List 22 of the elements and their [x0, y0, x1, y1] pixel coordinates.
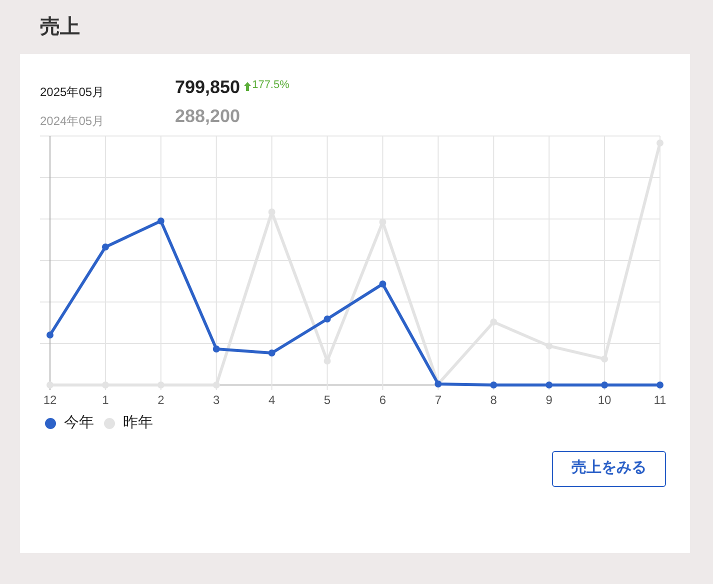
axis-label: 6 — [379, 393, 386, 407]
axis-label: 9 — [546, 393, 552, 407]
section-title: 売上 — [40, 15, 80, 40]
axis-label: 4 — [268, 393, 276, 407]
axis-label: 7 — [434, 393, 442, 407]
up-arrow-icon — [244, 82, 252, 91]
axis-label: 2 — [158, 393, 164, 407]
axis-label: 8 — [490, 393, 497, 407]
sales-amount: 799,850 — [175, 76, 240, 99]
axis-label: 5 — [324, 393, 331, 407]
change-percent: 177.5% — [252, 78, 290, 92]
axis-label: 11 — [654, 393, 666, 407]
legend-label: 今年 — [64, 413, 94, 433]
axis-label: 1 — [102, 393, 109, 407]
view-sales-button[interactable]: 売上をみる — [552, 450, 666, 486]
period-label: 2024年05月 — [40, 113, 106, 130]
axis-label: 12 — [43, 393, 57, 407]
axis-label: 3 — [213, 393, 220, 407]
axis-label: 10 — [598, 393, 612, 407]
period-label: 2025年05月 — [40, 84, 106, 101]
sales-amount: 288,200 — [175, 105, 240, 128]
legend-label: 昨年 — [123, 413, 153, 433]
